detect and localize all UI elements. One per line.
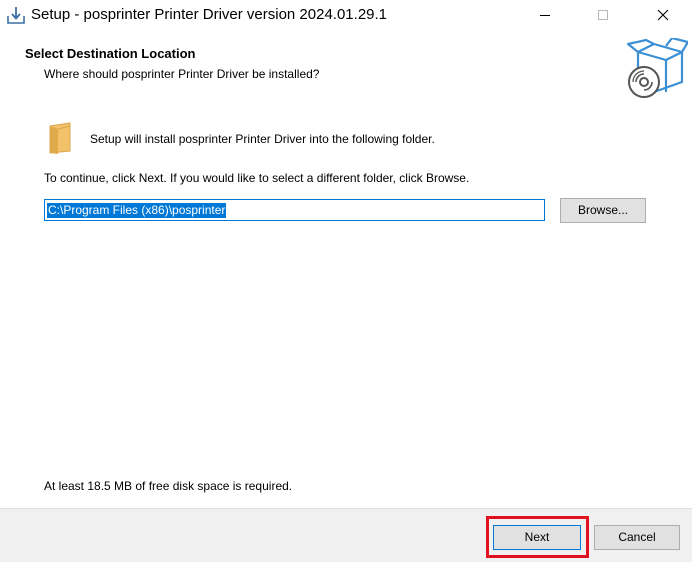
close-button[interactable]	[640, 0, 686, 31]
browse-button[interactable]: Browse...	[560, 198, 646, 223]
next-button[interactable]: Next	[493, 525, 581, 550]
maximize-icon	[598, 10, 608, 20]
title-bar[interactable]: Setup - posprinter Printer Driver versio…	[0, 0, 692, 31]
install-description: Setup will install posprinter Printer Dr…	[90, 132, 435, 146]
folder-icon	[46, 122, 74, 154]
box-with-disc-icon	[624, 36, 690, 102]
maximize-button[interactable]	[580, 0, 626, 31]
cancel-button[interactable]: Cancel	[594, 525, 680, 550]
close-icon	[657, 9, 669, 21]
destination-path-input[interactable]: C:\Program Files (x86)\posprinter	[44, 199, 545, 221]
setup-app-icon	[6, 5, 26, 25]
window-title: Setup - posprinter Printer Driver versio…	[31, 6, 388, 23]
page-title: Select Destination Location	[25, 46, 196, 61]
minimize-button[interactable]	[522, 0, 568, 31]
destination-path-value: C:\Program Files (x86)\posprinter	[47, 203, 227, 218]
page-subtitle: Where should posprinter Printer Driver b…	[44, 67, 320, 81]
continue-instructions: To continue, click Next. If you would li…	[44, 171, 470, 185]
minimize-icon	[540, 15, 550, 16]
disk-space-requirement: At least 18.5 MB of free disk space is r…	[44, 479, 293, 493]
